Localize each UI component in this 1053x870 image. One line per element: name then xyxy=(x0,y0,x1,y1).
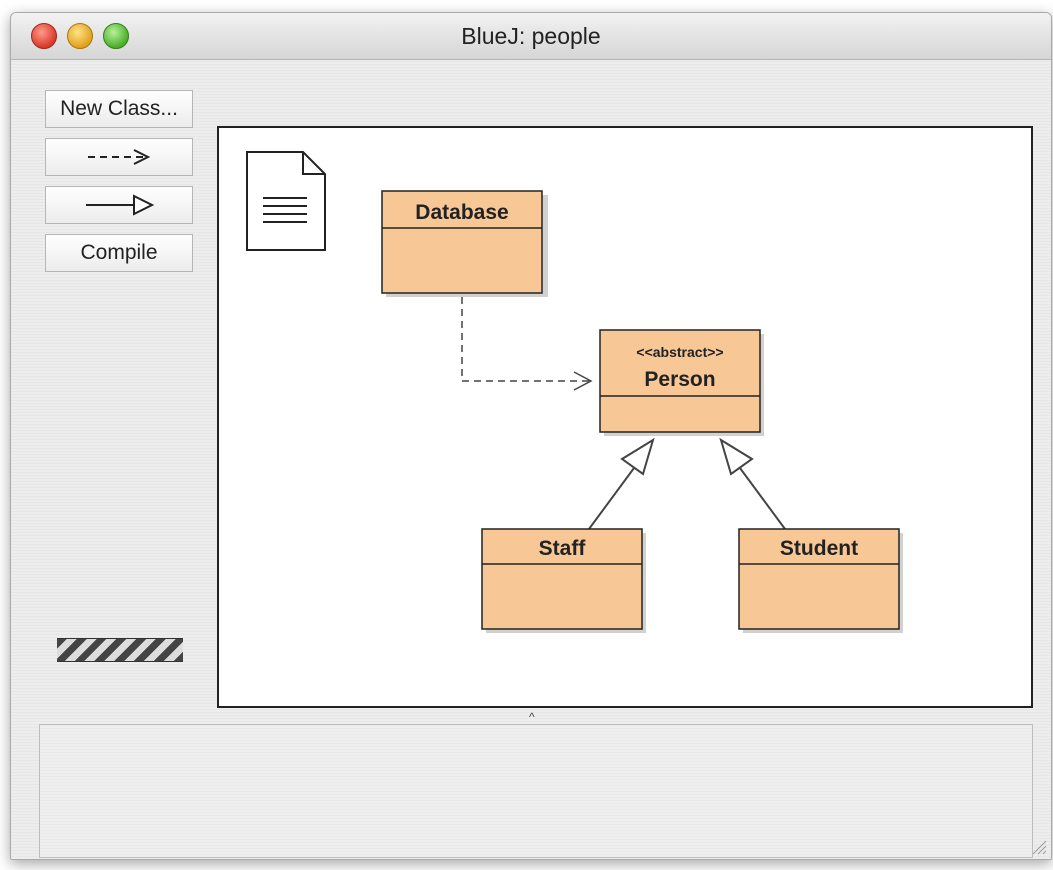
class-name: Database xyxy=(415,201,508,224)
inheritance-arrow-button[interactable] xyxy=(45,186,193,224)
class-diagram-canvas[interactable]: Database <<abstract>> Person Staff Stude… xyxy=(217,126,1033,708)
class-name: Person xyxy=(644,368,715,391)
class-student[interactable]: Student xyxy=(738,528,903,633)
inheritance-staff-person[interactable] xyxy=(588,437,655,530)
uses-relationship-database-person[interactable] xyxy=(461,297,593,391)
class-database[interactable]: Database xyxy=(381,190,548,297)
compile-button[interactable]: Compile xyxy=(45,234,193,272)
resize-grip-icon[interactable] xyxy=(1029,837,1047,855)
class-name: Student xyxy=(780,537,858,560)
uses-arrow-button[interactable] xyxy=(45,138,193,176)
inheritance-student-person[interactable] xyxy=(719,437,786,530)
class-stereotype: <<abstract>> xyxy=(636,344,723,360)
window-title: BlueJ: people xyxy=(461,23,601,49)
class-person[interactable]: <<abstract>> Person xyxy=(599,329,764,436)
new-class-button[interactable]: New Class... xyxy=(45,90,193,128)
class-name: Staff xyxy=(539,537,587,560)
class-staff[interactable]: Staff xyxy=(481,528,646,633)
bluej-window: BlueJ: people New Class... Compile Datab… xyxy=(10,12,1052,860)
inheritance-arrow-icon xyxy=(86,194,155,216)
document-icon[interactable] xyxy=(246,151,326,251)
split-divider-handle[interactable]: ^ xyxy=(529,710,535,724)
dashed-arrow-icon xyxy=(88,149,151,165)
message-area xyxy=(39,724,1033,858)
window-body: New Class... Compile Database <<abstract… xyxy=(11,60,1051,859)
title-bar[interactable]: BlueJ: people xyxy=(11,13,1051,60)
machine-activity-indicator xyxy=(57,638,183,662)
